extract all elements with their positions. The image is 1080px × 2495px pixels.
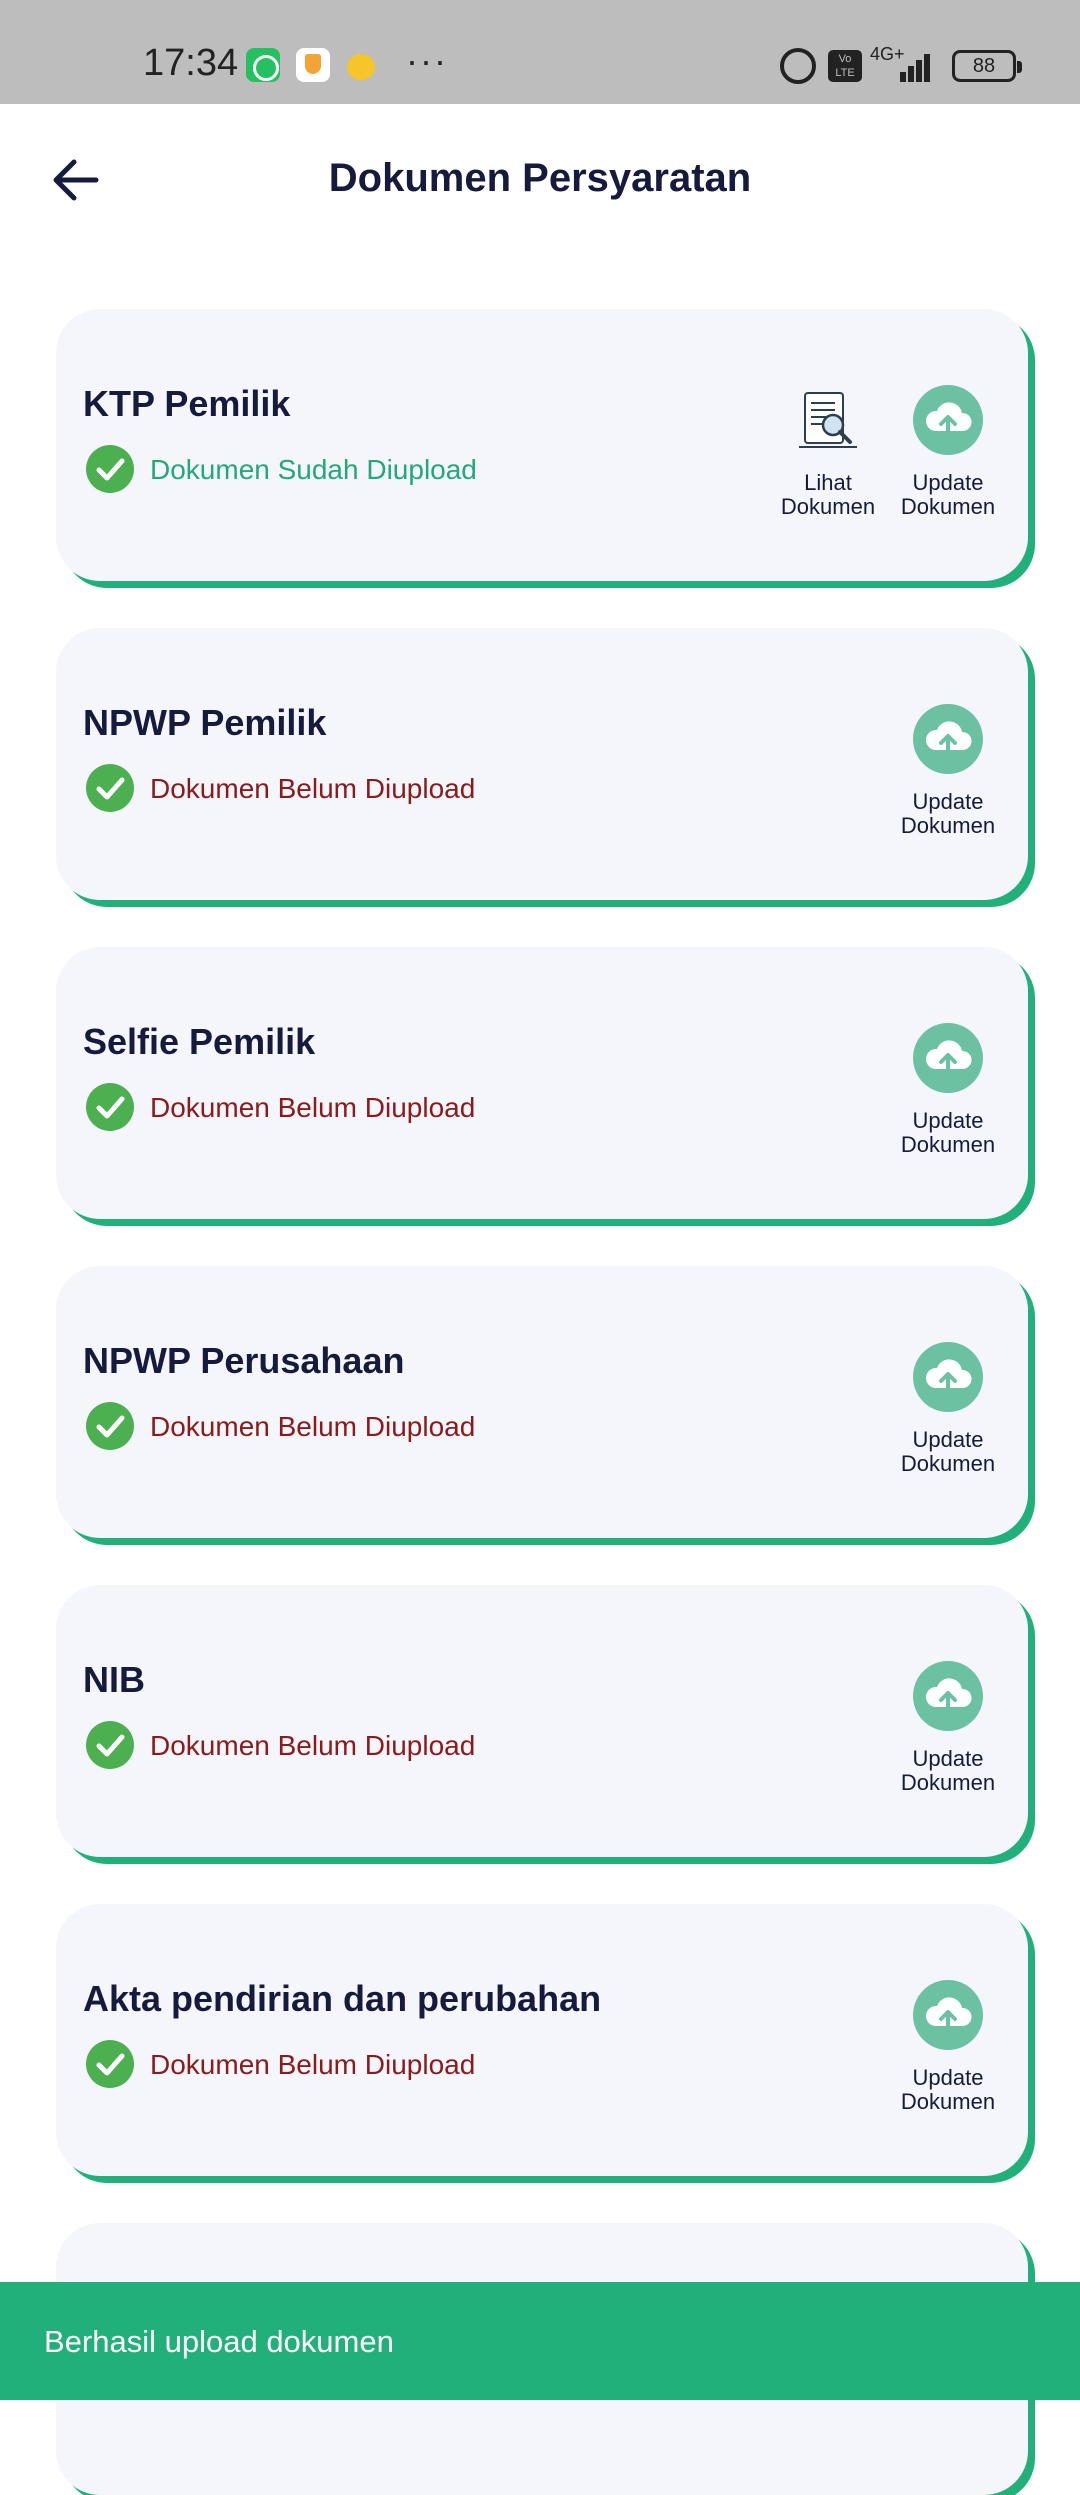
snackbar-message: Berhasil upload dokumen <box>44 2324 394 2359</box>
more-notifications-icon: ··· <box>406 40 448 81</box>
emoji-icon <box>344 48 378 82</box>
cloud-upload-icon <box>913 1342 983 1412</box>
document-search-icon <box>799 392 857 448</box>
status-text: Dokumen Belum Diupload <box>150 2049 476 2080</box>
status-text: Dokumen Belum Diupload <box>150 1092 476 1123</box>
status-text: Dokumen Sudah Diupload <box>150 454 477 485</box>
update-document-label: Update Dokumen <box>900 2065 996 2114</box>
cloud-upload-icon <box>913 1023 983 1093</box>
document-card-selfie-pemilik: Selfie Pemilik Dokumen Belum Diupload Up… <box>56 947 1028 1219</box>
page-title: Dokumen Persyaratan <box>328 156 752 200</box>
document-title: NPWP Pemilik <box>83 702 327 743</box>
check-circle-icon <box>86 1721 134 1769</box>
status-text: Dokumen Belum Diupload <box>150 1730 476 1761</box>
update-document-label: Update Dokumen <box>900 1427 996 1476</box>
view-document-button[interactable]: Lihat Dokumen <box>768 385 888 519</box>
cloud-upload-icon <box>913 1661 983 1731</box>
status-text: Dokumen Belum Diupload <box>150 773 476 804</box>
document-title: NIB <box>83 1659 145 1700</box>
check-circle-icon <box>86 1083 134 1131</box>
cloud-upload-icon <box>913 704 983 774</box>
update-document-button[interactable]: Update Dokumen <box>888 704 1008 838</box>
status-text: Dokumen Belum Diupload <box>150 1411 476 1442</box>
update-document-button[interactable]: Update Dokumen <box>888 1661 1008 1795</box>
document-card-npwp-perusahaan: NPWP Perusahaan Dokumen Belum Diupload U… <box>56 1266 1028 1538</box>
update-document-label: Update Dokumen <box>900 789 996 838</box>
document-card-nib: NIB Dokumen Belum Diupload Update Dokume… <box>56 1585 1028 1857</box>
shield-icon <box>296 48 330 82</box>
signal-icon <box>896 50 936 82</box>
app-header: Dokumen Persyaratan <box>0 104 1080 254</box>
view-document-label: Lihat Dokumen <box>780 470 876 519</box>
document-title: Akta pendirian dan perubahan <box>83 1978 602 2019</box>
update-document-label: Update Dokumen <box>900 470 996 519</box>
alarm-icon <box>780 48 816 84</box>
check-circle-icon <box>86 445 134 493</box>
update-document-button[interactable]: Update Dokumen <box>888 1980 1008 2114</box>
update-document-label: Update Dokumen <box>900 1108 996 1157</box>
snackbar: Berhasil upload dokumen <box>0 2282 1080 2400</box>
cloud-upload-icon <box>913 1980 983 2050</box>
document-title: Selfie Pemilik <box>83 1021 316 1062</box>
battery-icon: 88 <box>952 50 1022 82</box>
document-title: NPWP Perusahaan <box>83 1340 405 1381</box>
whatsapp-icon <box>246 48 280 82</box>
status-time: 17:34 <box>143 42 239 84</box>
cloud-upload-icon <box>913 385 983 455</box>
volte-icon: Vo LTE <box>828 50 862 82</box>
document-card-akta-pendirian: Akta pendirian dan perubahan Dokumen Bel… <box>56 1904 1028 2176</box>
status-bar: 17:34 ··· Vo LTE 4G+ 88 <box>0 0 1080 104</box>
update-document-label: Update Dokumen <box>900 1746 996 1795</box>
document-title: KTP Pemilik <box>83 383 291 424</box>
update-document-button[interactable]: Update Dokumen <box>888 1342 1008 1476</box>
check-circle-icon <box>86 764 134 812</box>
check-circle-icon <box>86 2040 134 2088</box>
update-document-button[interactable]: Update Dokumen <box>888 385 1008 519</box>
check-circle-icon <box>86 1402 134 1450</box>
update-document-button[interactable]: Update Dokumen <box>888 1023 1008 1157</box>
document-card-npwp-pemilik: NPWP Pemilik Dokumen Belum Diupload Upda… <box>56 628 1028 900</box>
document-card-ktp-pemilik: KTP Pemilik Dokumen Sudah Diupload Lihat… <box>56 309 1028 581</box>
